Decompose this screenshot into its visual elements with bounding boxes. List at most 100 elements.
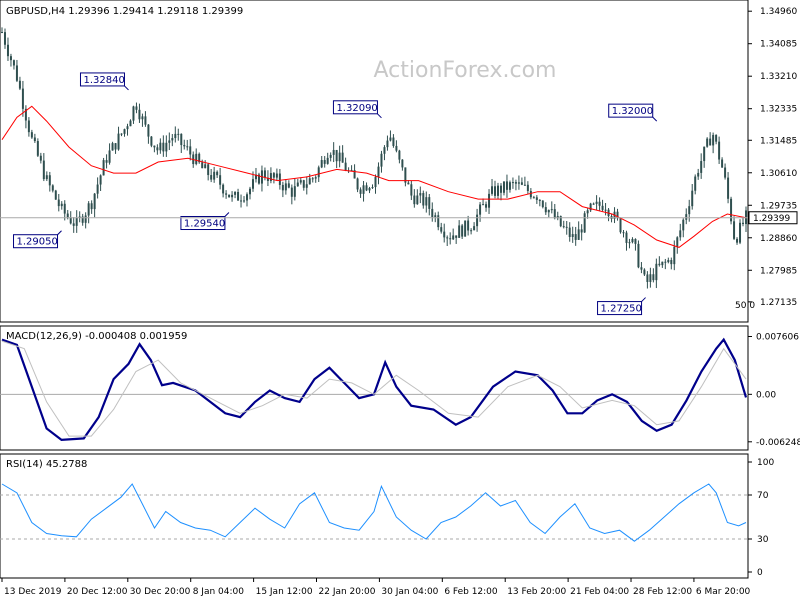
rsi-y-tick-label: 70 [757, 491, 769, 501]
candle-body [225, 193, 228, 195]
candle-body [57, 199, 60, 207]
x-tick-label: 15 Jan 12:00 [256, 587, 313, 597]
x-tick-label: 6 Feb 12:00 [444, 587, 498, 597]
candle-body [63, 203, 66, 214]
candle-body [228, 194, 231, 198]
candle-body [529, 190, 532, 198]
candle-body [739, 222, 742, 243]
candle-body [443, 231, 446, 238]
candle-body [9, 56, 12, 61]
candle-body [1, 32, 3, 33]
candle-body [712, 134, 715, 146]
candle-body [272, 173, 275, 178]
annotation-label: 1.29540 [184, 219, 225, 230]
candle-body [302, 180, 305, 188]
candle-body [673, 246, 676, 265]
candle-body [688, 206, 691, 215]
candle-body [338, 152, 341, 162]
candle-body [222, 184, 225, 194]
candle-body [117, 133, 120, 150]
rsi-y-tick-label: 100 [757, 458, 774, 468]
price-panel: GBPUSD,H4 1.29396 1.29414 1.29118 1.2939… [0, 0, 798, 323]
macd-panel: MACD(12,26,9) -0.000408 0.001959 0.00760… [0, 325, 800, 451]
candle-body [679, 230, 682, 238]
candle-body [470, 230, 473, 232]
candle-body [195, 153, 198, 165]
candle-body [488, 193, 491, 208]
rsi-y-tick-label: 0 [757, 568, 763, 578]
candle-body [374, 177, 377, 188]
candle-body [541, 200, 544, 208]
candle-body [742, 222, 745, 225]
price-y-tick-label: 1.27985 [760, 266, 797, 276]
candle-body [604, 209, 607, 211]
candle-body [251, 179, 254, 189]
price-y-axis: 1.34960 1.34085 1.33210 1.32335 1.31485 1.306… [748, 7, 797, 308]
candle-body [39, 155, 42, 161]
candle-body [724, 167, 727, 178]
x-tick-label: 20 Dec 12:00 [67, 587, 128, 597]
candle-body [637, 243, 640, 268]
candle-body [72, 223, 75, 226]
candle-body [6, 44, 9, 57]
ma-label: 50.0 [735, 301, 755, 311]
candle-body [520, 182, 523, 185]
candle-body [622, 232, 625, 234]
candle-body [207, 164, 210, 176]
candle-body [685, 214, 688, 220]
candle-body [335, 149, 338, 162]
candle-body [45, 175, 48, 180]
candle-body [595, 201, 598, 204]
candle-body [697, 172, 700, 177]
candle-body [553, 209, 556, 219]
candle-body [625, 232, 628, 243]
candle-body [425, 197, 428, 206]
price-y-tick-label: 1.29735 [760, 201, 797, 211]
annotation-label: 1.27250 [601, 304, 642, 315]
candle-body [129, 120, 132, 127]
candle-body [386, 140, 389, 148]
candle-body [96, 184, 99, 194]
candle-body [419, 193, 422, 196]
candle-body [177, 133, 180, 135]
candle-body [326, 157, 329, 164]
candle-body [210, 175, 213, 180]
candle-body [395, 145, 398, 151]
candle-body [365, 185, 368, 191]
x-tick-label: 28 Feb 12:00 [633, 587, 692, 597]
candle-body [389, 137, 392, 141]
candle-body [505, 181, 508, 190]
candle-body [592, 203, 595, 205]
candle-body [508, 182, 511, 190]
candle-body [538, 199, 541, 201]
candle-body [246, 194, 249, 201]
candle-body [413, 195, 416, 205]
candle-body [275, 173, 278, 178]
candle-body [144, 116, 147, 125]
candle-body [48, 175, 51, 186]
candle-body [42, 160, 45, 180]
price-y-tick-label: 1.34960 [760, 7, 797, 17]
candle-body [90, 203, 93, 210]
candle-body [455, 235, 458, 238]
candle-body [281, 184, 284, 191]
candle-body [491, 186, 494, 194]
candle-body [249, 188, 251, 195]
candle-body [661, 261, 664, 266]
price-panel-frame [0, 0, 749, 323]
candle-body [159, 142, 162, 151]
candle-body [105, 160, 108, 163]
candle-body [317, 167, 320, 178]
candle-body [102, 160, 105, 176]
candle-body [431, 208, 434, 218]
candle-body [380, 153, 383, 167]
candle-body [464, 220, 467, 237]
price-y-tick-label: 1.27135 [760, 298, 797, 308]
candle-body [234, 191, 237, 195]
candle-body [371, 187, 374, 189]
candle-body [733, 221, 736, 239]
candle-body [410, 184, 413, 196]
watermark: ActionForex.com [374, 58, 557, 83]
candle-body [141, 116, 144, 120]
candle-body [368, 188, 371, 191]
